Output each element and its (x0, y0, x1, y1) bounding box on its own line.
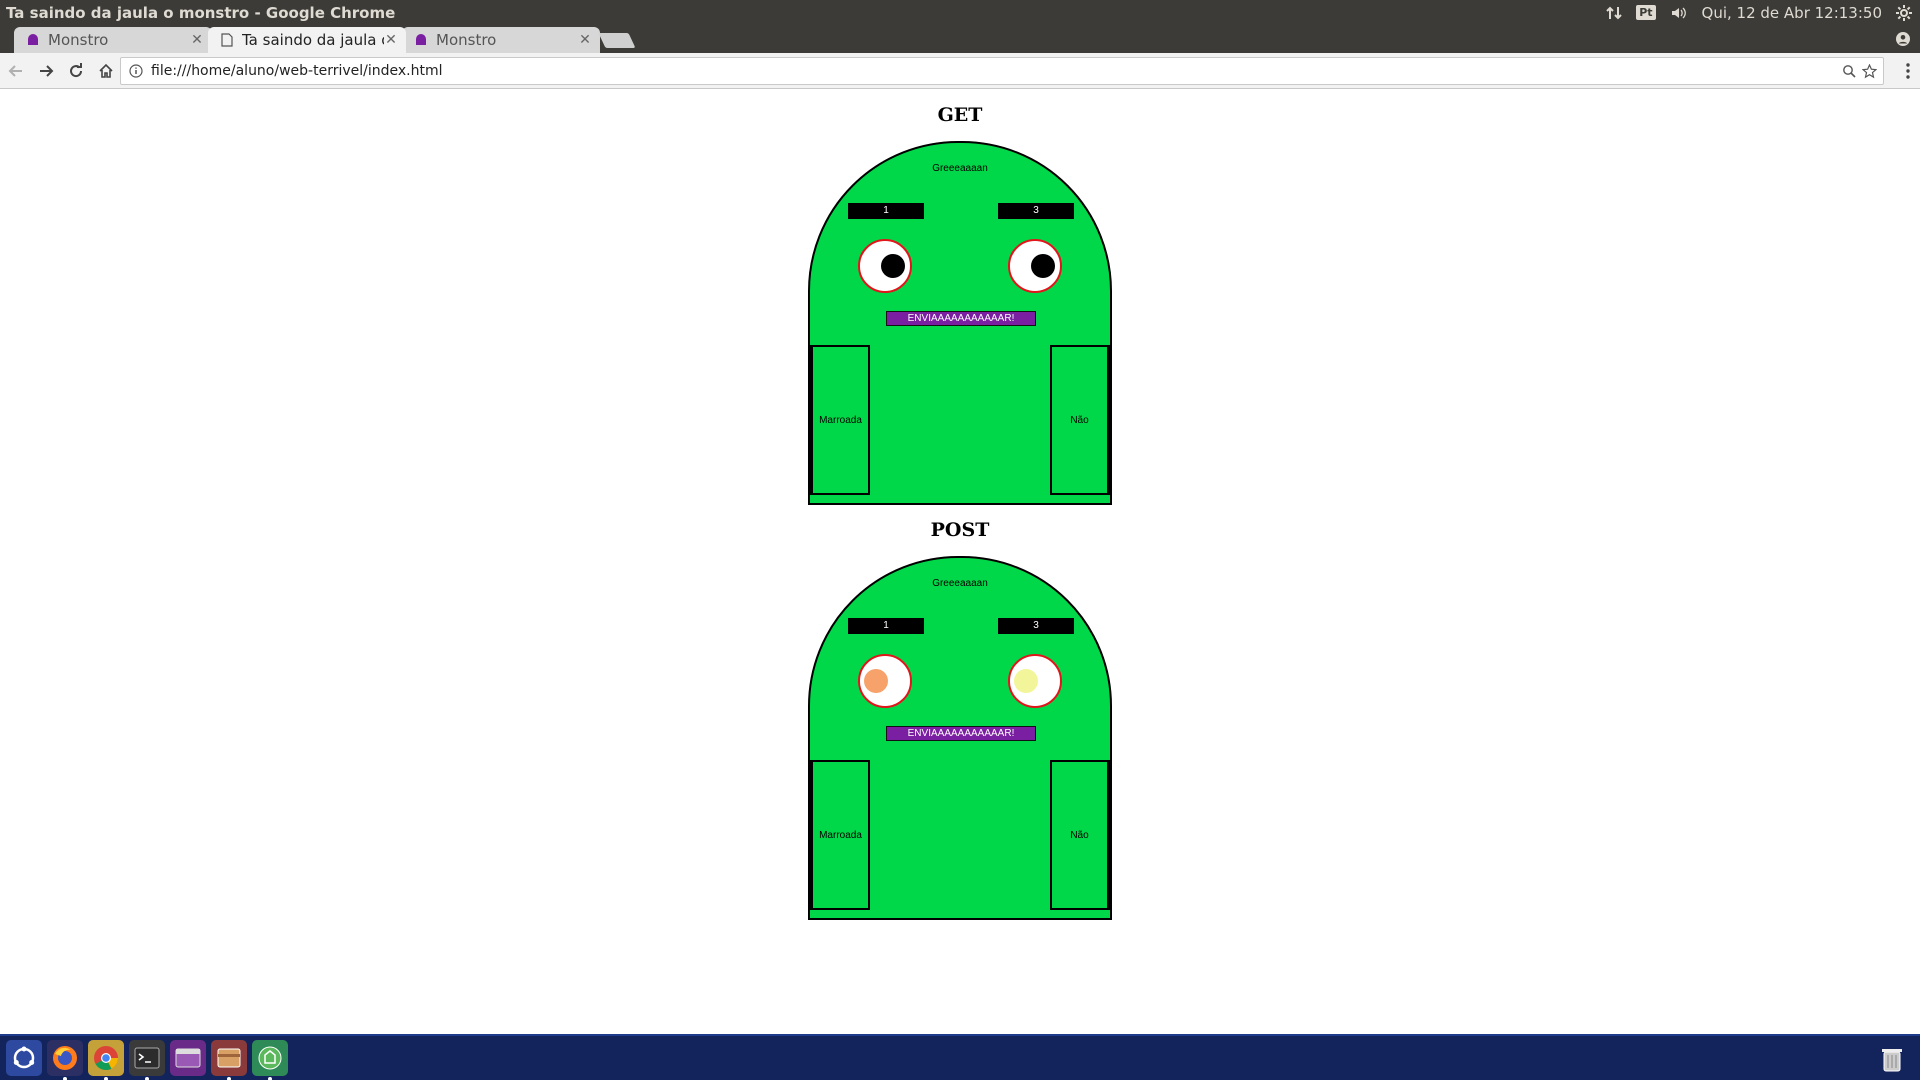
right-eye[interactable] (1008, 239, 1062, 293)
close-tab-icon[interactable]: ✕ (384, 32, 398, 48)
back-arrow-icon[interactable] (2, 57, 30, 85)
tab-strip: Monstro ✕ Ta saindo da jaula o monstro ✕… (0, 25, 1920, 53)
software-center-icon[interactable] (252, 1040, 288, 1081)
window-title: Ta saindo da jaula o monstro - Google Ch… (6, 3, 396, 22)
terminal-icon[interactable] (129, 1040, 165, 1081)
keyboard-layout-indicator[interactable]: Pt (1636, 5, 1656, 20)
tab-ta-saindo-da-jaula[interactable]: Ta saindo da jaula o monstro ✕ (208, 27, 406, 53)
url-text[interactable]: file:///home/aluno/web-terrivel/index.ht… (151, 63, 443, 79)
window-title-bar: Ta saindo da jaula o monstro - Google Ch… (0, 0, 1920, 25)
info-icon[interactable] (125, 64, 147, 78)
left-brow-input[interactable]: 1 (848, 203, 924, 219)
monster-post-form: Greeeaaaan 1 3 ENVIAAAAAAAAAAAR! Marroad… (808, 556, 1112, 920)
chrome-icon[interactable] (88, 1040, 124, 1081)
close-tab-icon[interactable]: ✕ (578, 32, 592, 48)
right-arm-option[interactable]: Não (1050, 760, 1110, 910)
left-eye[interactable] (858, 239, 912, 293)
browser-toolbar: file:///home/aluno/web-terrivel/index.ht… (0, 53, 1920, 89)
left-pupil (864, 669, 888, 693)
zoom-magnifier-icon[interactable] (1842, 64, 1856, 78)
running-indicator (104, 1077, 108, 1081)
left-arm-option[interactable]: Marroada (810, 760, 870, 910)
settings-gear-icon[interactable] (1896, 4, 1912, 21)
address-bar[interactable]: file:///home/aluno/web-terrivel/index.ht… (120, 57, 1884, 85)
forward-arrow-icon[interactable] (32, 57, 60, 85)
tab-monstro-2[interactable]: Monstro ✕ (402, 27, 600, 53)
trash-icon[interactable] (1874, 1041, 1910, 1077)
send-button[interactable]: ENVIAAAAAAAAAAAR! (886, 726, 1036, 741)
file-manager-icon[interactable] (211, 1040, 247, 1081)
tab-label: Monstro (436, 31, 497, 49)
page-favicon-icon (220, 33, 234, 47)
close-tab-icon[interactable]: ✕ (190, 32, 204, 48)
home-icon[interactable] (92, 57, 120, 85)
bookmark-star-icon[interactable] (1862, 63, 1877, 79)
left-eye[interactable] (858, 654, 912, 708)
clock-datetime[interactable]: Qui, 12 de Abr 12:13:50 (1702, 4, 1882, 22)
monster-favicon-icon (414, 33, 428, 47)
right-pupil (1031, 254, 1055, 278)
left-pupil (881, 254, 905, 278)
running-indicator (268, 1077, 272, 1081)
tab-label: Monstro (48, 31, 109, 49)
right-brow-input[interactable]: 3 (998, 618, 1074, 634)
right-arm-option[interactable]: Não (1050, 345, 1110, 495)
new-tab-button[interactable] (598, 33, 636, 48)
app-window-icon[interactable] (170, 1040, 206, 1076)
monster-greeting: Greeeaaaan (932, 163, 988, 174)
volume-icon[interactable] (1670, 5, 1688, 21)
right-eye[interactable] (1008, 654, 1062, 708)
left-arm-option[interactable]: Marroada (810, 345, 870, 495)
ubuntu-dash-icon[interactable] (6, 1040, 42, 1076)
network-icon[interactable] (1606, 5, 1622, 21)
tab-label: Ta saindo da jaula o monstro (242, 31, 384, 49)
launcher-taskbar (0, 1034, 1920, 1081)
post-heading: POST (930, 519, 990, 541)
running-indicator (145, 1077, 149, 1081)
right-brow-input[interactable]: 3 (998, 203, 1074, 219)
right-pupil (1014, 669, 1038, 693)
running-indicator (227, 1077, 231, 1081)
running-indicator (63, 1077, 67, 1081)
get-heading: GET (937, 104, 983, 126)
monster-greeting: Greeeaaaan (932, 578, 988, 589)
menu-dots-icon[interactable] (1906, 63, 1910, 83)
system-tray: Pt Qui, 12 de Abr 12:13:50 (1606, 4, 1920, 22)
reload-icon[interactable] (62, 57, 90, 85)
firefox-icon[interactable] (47, 1040, 83, 1081)
monster-get-form: Greeeaaaan 1 3 ENVIAAAAAAAAAAAR! Marroad… (808, 141, 1112, 505)
tab-monstro-1[interactable]: Monstro ✕ (14, 27, 212, 53)
profile-icon[interactable] (1896, 31, 1910, 46)
left-brow-input[interactable]: 1 (848, 618, 924, 634)
send-button[interactable]: ENVIAAAAAAAAAAAR! (886, 311, 1036, 326)
monster-favicon-icon (26, 33, 40, 47)
page-content: GET Greeeaaaan 1 3 ENVIAAAAAAAAAAAR! Mar… (0, 89, 1920, 1034)
